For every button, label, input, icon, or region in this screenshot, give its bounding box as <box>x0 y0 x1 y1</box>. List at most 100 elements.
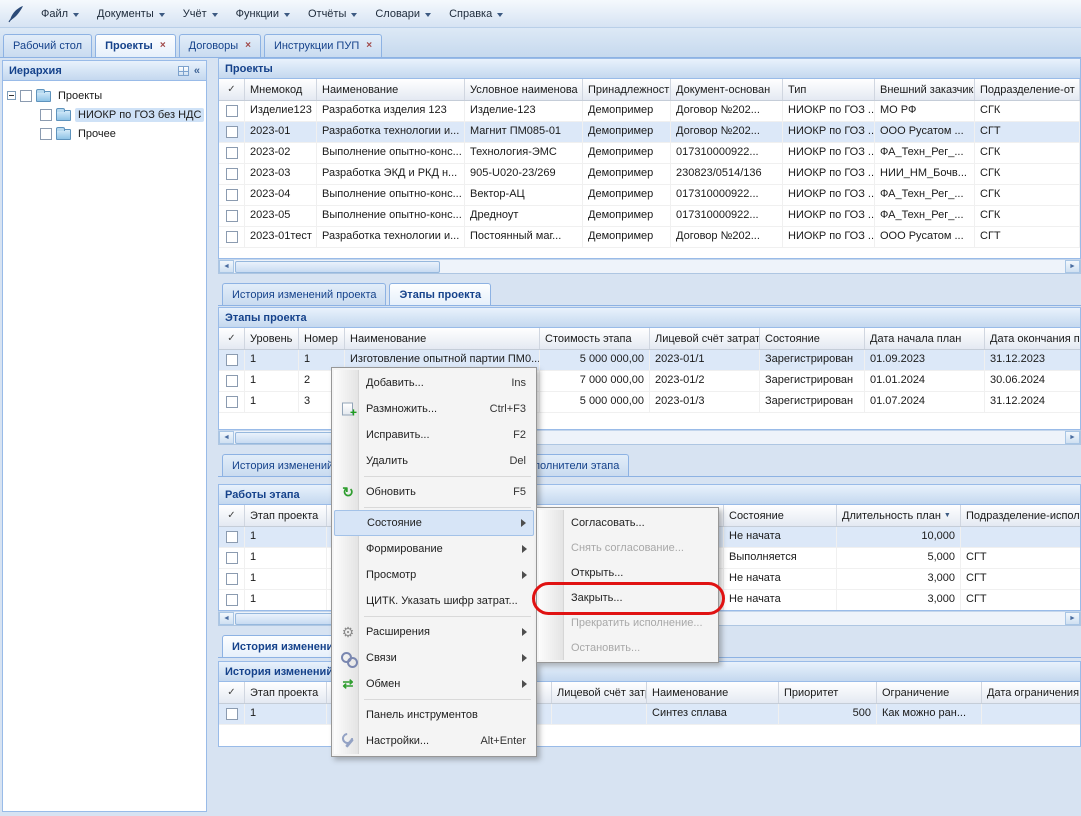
column-header[interactable]: Приоритет <box>779 682 877 703</box>
collapse-expander-icon[interactable] <box>7 91 16 100</box>
tab-Рабочий стол[interactable]: Рабочий стол <box>3 34 92 57</box>
scroll-left-icon[interactable]: ◄ <box>219 612 234 625</box>
tree-node-label[interactable]: Проекты <box>55 89 105 103</box>
tree-checkbox[interactable] <box>20 90 32 102</box>
column-header[interactable]: Наименование <box>317 79 465 100</box>
tree-node-label[interactable]: НИОКР по ГОЗ без НДС <box>75 108 204 122</box>
column-header[interactable]: Наименование <box>345 328 540 349</box>
menubar-item-Документы[interactable]: Документы <box>88 0 174 27</box>
row-checkbox[interactable] <box>226 708 238 720</box>
select-all-column-header[interactable]: ✓ <box>219 505 245 526</box>
select-all-column-header[interactable]: ✓ <box>219 682 245 703</box>
row-checkbox[interactable] <box>226 231 238 243</box>
scroll-left-icon[interactable]: ◄ <box>219 431 234 444</box>
submenu-item-Согласовать...[interactable]: Согласовать... <box>539 510 716 535</box>
table-row[interactable]: 2023-04Выполнение опытно-конс...Вектор-А… <box>219 185 1080 206</box>
column-header[interactable]: Лицевой счёт затр <box>552 682 647 703</box>
projects-hscrollbar[interactable]: ◄ ► <box>218 259 1081 274</box>
tree-node[interactable]: НИОКР по ГОЗ без НДС <box>7 105 202 124</box>
context-menu-item-Обновить[interactable]: ОбновитьF5 <box>334 479 534 505</box>
collapse-panel-icon[interactable]: « <box>194 65 200 77</box>
select-all-column-header[interactable]: ✓ <box>219 328 245 349</box>
row-checkbox[interactable] <box>226 210 238 222</box>
close-icon[interactable]: × <box>366 41 372 51</box>
select-all-column-header[interactable]: ✓ <box>219 79 245 100</box>
column-header[interactable]: Длительность план▼ <box>837 505 961 526</box>
context-menu-item-Расширения[interactable]: Расширения <box>334 619 534 645</box>
context-menu-item-ЦИТК. Указать шифр затрат...[interactable]: ЦИТК. Указать шифр затрат... <box>334 588 534 614</box>
context-menu-item-Размножить...[interactable]: Размножить...Ctrl+F3 <box>334 396 534 422</box>
row-checkbox[interactable] <box>226 552 238 564</box>
scroll-right-icon[interactable]: ► <box>1065 431 1080 444</box>
column-header[interactable]: Стоимость этапа <box>540 328 650 349</box>
column-header[interactable]: Дата окончания п <box>985 328 1081 349</box>
menubar-item-Отчёты[interactable]: Отчёты <box>299 0 366 27</box>
scroll-left-icon[interactable]: ◄ <box>219 260 234 273</box>
context-menu-item-Состояние[interactable]: Состояние <box>334 510 534 536</box>
tree-node[interactable]: Проекты <box>7 86 202 105</box>
column-header[interactable]: Лицевой счёт затрат. <box>650 328 760 349</box>
context-menu-item-Настройки...[interactable]: Настройки...Alt+Enter <box>334 728 534 754</box>
tab-Проекты[interactable]: Проекты× <box>95 34 176 57</box>
tree-node-label[interactable]: Прочее <box>75 127 119 141</box>
row-checkbox[interactable] <box>226 189 238 201</box>
table-row[interactable]: 2023-01тестРазработка технологии и...Пос… <box>219 227 1080 248</box>
column-header[interactable]: Этап проекта <box>245 505 327 526</box>
row-checkbox[interactable] <box>226 375 238 387</box>
menubar-item-Учёт[interactable]: Учёт <box>174 0 227 27</box>
column-header[interactable]: Подразделение-от <box>975 79 1080 100</box>
table-row[interactable]: 2023-03Разработка ЭКД и РКД н...905-U020… <box>219 164 1080 185</box>
context-menu-item-Формирование[interactable]: Формирование <box>334 536 534 562</box>
menubar-item-Словари[interactable]: Словари <box>366 0 440 27</box>
context-menu-item-Обмен[interactable]: Обмен <box>334 671 534 697</box>
tab-История изменений проекта[interactable]: История изменений проекта <box>222 283 386 305</box>
context-menu-item-Просмотр[interactable]: Просмотр <box>334 562 534 588</box>
scroll-right-icon[interactable]: ► <box>1065 612 1080 625</box>
row-checkbox[interactable] <box>226 126 238 138</box>
column-header[interactable]: Состояние <box>724 505 837 526</box>
scroll-right-icon[interactable]: ► <box>1065 260 1080 273</box>
column-header[interactable]: Ограничение <box>877 682 982 703</box>
close-icon[interactable]: × <box>160 41 166 51</box>
column-header[interactable]: Дата начала план <box>865 328 985 349</box>
context-menu-item-Исправить...[interactable]: Исправить...F2 <box>334 422 534 448</box>
context-menu-item-Связи[interactable]: Связи <box>334 645 534 671</box>
row-checkbox[interactable] <box>226 573 238 585</box>
row-checkbox[interactable] <box>226 531 238 543</box>
submenu-item-Закрыть...[interactable]: Закрыть... <box>539 585 716 610</box>
column-header[interactable]: Мнемокод <box>245 79 317 100</box>
menubar-item-Справка[interactable]: Справка <box>440 0 512 27</box>
tab-Инструкции ПУП[interactable]: Инструкции ПУП× <box>264 34 382 57</box>
menubar-item-Файл[interactable]: Файл <box>32 0 88 27</box>
column-header[interactable]: Тип <box>783 79 875 100</box>
row-checkbox[interactable] <box>226 168 238 180</box>
column-header[interactable]: Наименование <box>647 682 779 703</box>
menubar-item-Функции[interactable]: Функции <box>227 0 299 27</box>
row-checkbox[interactable] <box>226 594 238 606</box>
submenu-item-Открыть...[interactable]: Открыть... <box>539 560 716 585</box>
table-row[interactable]: 2023-05Выполнение опытно-конс...Дредноут… <box>219 206 1080 227</box>
row-checkbox[interactable] <box>226 396 238 408</box>
column-header[interactable]: Условное наименова <box>465 79 583 100</box>
table-row[interactable]: Изделие123Разработка изделия 123Изделие-… <box>219 101 1080 122</box>
context-menu-item-Удалить[interactable]: УдалитьDel <box>334 448 534 474</box>
column-header[interactable]: Принадлежность <box>583 79 671 100</box>
column-header[interactable]: Подразделение-исполн <box>961 505 1081 526</box>
context-menu-item-Добавить...[interactable]: Добавить...Ins <box>334 370 534 396</box>
tab-Этапы проекта[interactable]: Этапы проекта <box>389 283 491 305</box>
column-header[interactable]: Номер <box>299 328 345 349</box>
column-header[interactable]: Дата ограничения <box>982 682 1081 703</box>
table-row[interactable]: 2023-01Разработка технологии и...Магнит … <box>219 122 1080 143</box>
context-menu-item-Панель инструментов[interactable]: Панель инструментов <box>334 702 534 728</box>
tab-Договоры[interactable]: Договоры× <box>179 34 261 57</box>
column-header[interactable]: Состояние <box>760 328 865 349</box>
column-header[interactable]: Документ-основан <box>671 79 783 100</box>
row-checkbox[interactable] <box>226 105 238 117</box>
column-header[interactable]: Внешний заказчик <box>875 79 975 100</box>
column-header[interactable]: Уровень <box>245 328 299 349</box>
close-icon[interactable]: × <box>245 41 251 51</box>
search-icon[interactable] <box>178 66 189 76</box>
tree-node[interactable]: Прочее <box>7 124 202 143</box>
scrollbar-thumb[interactable] <box>235 261 440 273</box>
tree-checkbox[interactable] <box>40 109 52 121</box>
